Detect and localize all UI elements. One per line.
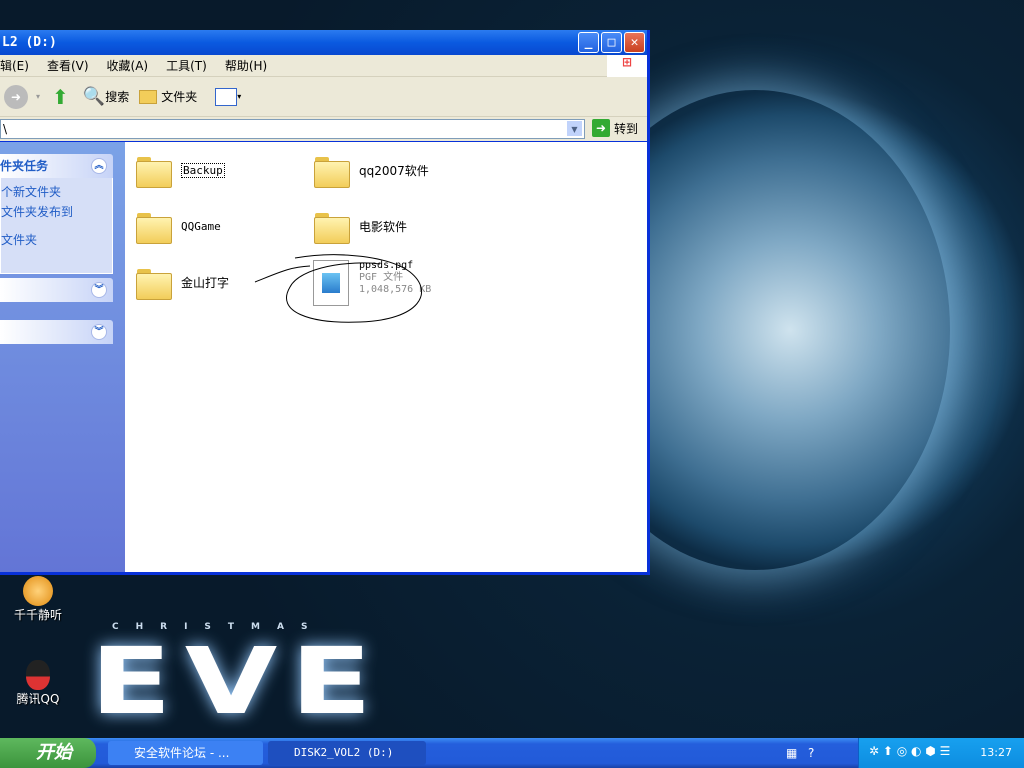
system-tray: ✲ ⬆ ◎ ◐ ⬢ ☰ 13:27 xyxy=(858,738,1024,768)
wallpaper-logo: EVE xyxy=(90,628,385,735)
taskbar-item-explorer[interactable]: DISK2_VOL2 (D:) xyxy=(268,741,426,765)
minimize-button[interactable]: _ xyxy=(578,32,599,53)
go-label: 转到 xyxy=(614,121,639,136)
address-input[interactable]: \ ▼ xyxy=(0,119,585,139)
go-arrow-icon: ➜ xyxy=(592,119,610,137)
folder-item[interactable]: 金山打字 xyxy=(135,266,230,300)
hand-drawn-circle-annotation xyxy=(254,254,422,323)
task-share-folder[interactable]: 文件夹 xyxy=(1,230,112,250)
expand-icon[interactable]: ︾ xyxy=(91,324,107,340)
search-label: 搜索 xyxy=(105,90,130,104)
menu-edit[interactable]: 辑(E) xyxy=(0,57,29,74)
file-list: Backup qq2007软件 QQGame 电影软件 金山打字 ppsds.p… xyxy=(125,142,647,572)
expand-icon[interactable]: ︾ xyxy=(91,282,107,298)
folders-button[interactable]: 文件夹 xyxy=(139,88,197,105)
ttplayer-icon xyxy=(23,576,53,606)
keyboard-icon[interactable]: ▦ xyxy=(786,746,797,760)
file-name: 金山打字 xyxy=(181,275,230,290)
folder-item[interactable]: Backup xyxy=(135,154,225,188)
desktop-icon-label: 腾讯QQ xyxy=(16,692,60,706)
window-title: L2 (D:) xyxy=(2,35,57,50)
other-places-header[interactable]: ︾ xyxy=(0,278,113,302)
menu-bar: 辑(E) 查看(V) 收藏(A) 工具(T) 帮助(H) ⊞ xyxy=(0,55,647,77)
menu-favorites[interactable]: 收藏(A) xyxy=(107,57,149,74)
folder-icon xyxy=(313,154,350,188)
close-button[interactable]: ✕ xyxy=(624,32,645,53)
address-dropdown-icon[interactable]: ▼ xyxy=(567,121,582,136)
windows-logo-icon: ⊞ xyxy=(607,55,647,77)
menu-help[interactable]: 帮助(H) xyxy=(225,57,267,74)
views-button[interactable] xyxy=(215,87,238,106)
folder-icon xyxy=(139,89,158,104)
taskbar-item-forum[interactable]: 安全软件论坛 - ... xyxy=(108,741,263,765)
folder-item[interactable]: qq2007软件 xyxy=(313,154,429,188)
folder-item[interactable]: 电影软件 xyxy=(313,210,408,244)
folder-icon xyxy=(313,210,350,244)
folder-tasks-body: 个新文件夹 文件夹发布到 文件夹 xyxy=(0,178,113,274)
start-button[interactable]: 开始 xyxy=(0,738,96,768)
forward-button[interactable]: ➜ xyxy=(4,84,28,109)
help-icon[interactable]: ? xyxy=(808,746,814,760)
folder-tasks-header[interactable]: 件夹任务 ︽ xyxy=(0,154,113,178)
start-label: 开始 xyxy=(36,742,72,763)
panel-title: 件夹任务 xyxy=(0,159,49,173)
search-button[interactable]: 🔍 搜索 xyxy=(83,86,129,107)
file-name: 电影软件 xyxy=(359,219,408,234)
file-name: Backup xyxy=(181,162,225,178)
title-bar[interactable]: L2 (D:) _ □ ✕ xyxy=(0,30,647,55)
views-dropdown-icon[interactable]: ▾ xyxy=(237,92,241,101)
desktop-icon-qq[interactable]: 腾讯QQ xyxy=(3,660,73,707)
go-button[interactable]: ➜ 转到 xyxy=(592,119,638,137)
file-name: QQGame xyxy=(181,219,221,233)
details-header[interactable]: ︾ xyxy=(0,320,113,344)
toolbar: ➜ ▾ ⬆ 🔍 搜索 文件夹 ▾ xyxy=(0,77,647,117)
task-publish-folder[interactable]: 文件夹发布到 xyxy=(1,202,112,222)
desktop-icon-label: 千千静听 xyxy=(13,608,62,622)
folder-icon xyxy=(135,154,172,188)
taskbar: 开始 安全软件论坛 - ... DISK2_VOL2 (D:) ▦ ? ✲ ⬆ … xyxy=(0,738,1024,768)
clock[interactable]: 13:27 xyxy=(980,746,1012,759)
folders-label: 文件夹 xyxy=(161,90,198,104)
file-name: qq2007软件 xyxy=(359,163,429,178)
qq-penguin-icon xyxy=(26,660,50,690)
taskbar-item-label: 安全软件论坛 - ... xyxy=(134,746,230,760)
task-pane: 件夹任务 ︽ 个新文件夹 文件夹发布到 文件夹 ︾ ︾ xyxy=(0,142,125,572)
up-folder-button[interactable]: ⬆ xyxy=(52,85,69,109)
taskbar-item-label: DISK2_VOL2 (D:) xyxy=(294,746,394,759)
menu-view[interactable]: 查看(V) xyxy=(47,57,89,74)
task-new-folder[interactable]: 个新文件夹 xyxy=(1,182,112,202)
forward-dropdown-icon[interactable]: ▾ xyxy=(36,92,40,101)
folder-icon xyxy=(135,266,172,300)
address-bar: \ ▼ ➜ 转到 xyxy=(0,117,647,141)
tray-icons[interactable]: ✲ ⬆ ◎ ◐ ⬢ ☰ xyxy=(869,744,950,758)
folder-item[interactable]: QQGame xyxy=(135,210,221,244)
search-icon: 🔍 xyxy=(82,86,106,107)
collapse-icon[interactable]: ︽ xyxy=(91,158,107,174)
menu-tools[interactable]: 工具(T) xyxy=(166,57,207,74)
folder-icon xyxy=(135,210,172,244)
explorer-window: L2 (D:) _ □ ✕ 辑(E) 查看(V) 收藏(A) 工具(T) 帮助(… xyxy=(0,30,650,575)
desktop-icon-ttplayer[interactable]: 千千静听 xyxy=(3,576,73,623)
address-value: \ xyxy=(3,122,8,136)
maximize-button[interactable]: □ xyxy=(601,32,622,53)
